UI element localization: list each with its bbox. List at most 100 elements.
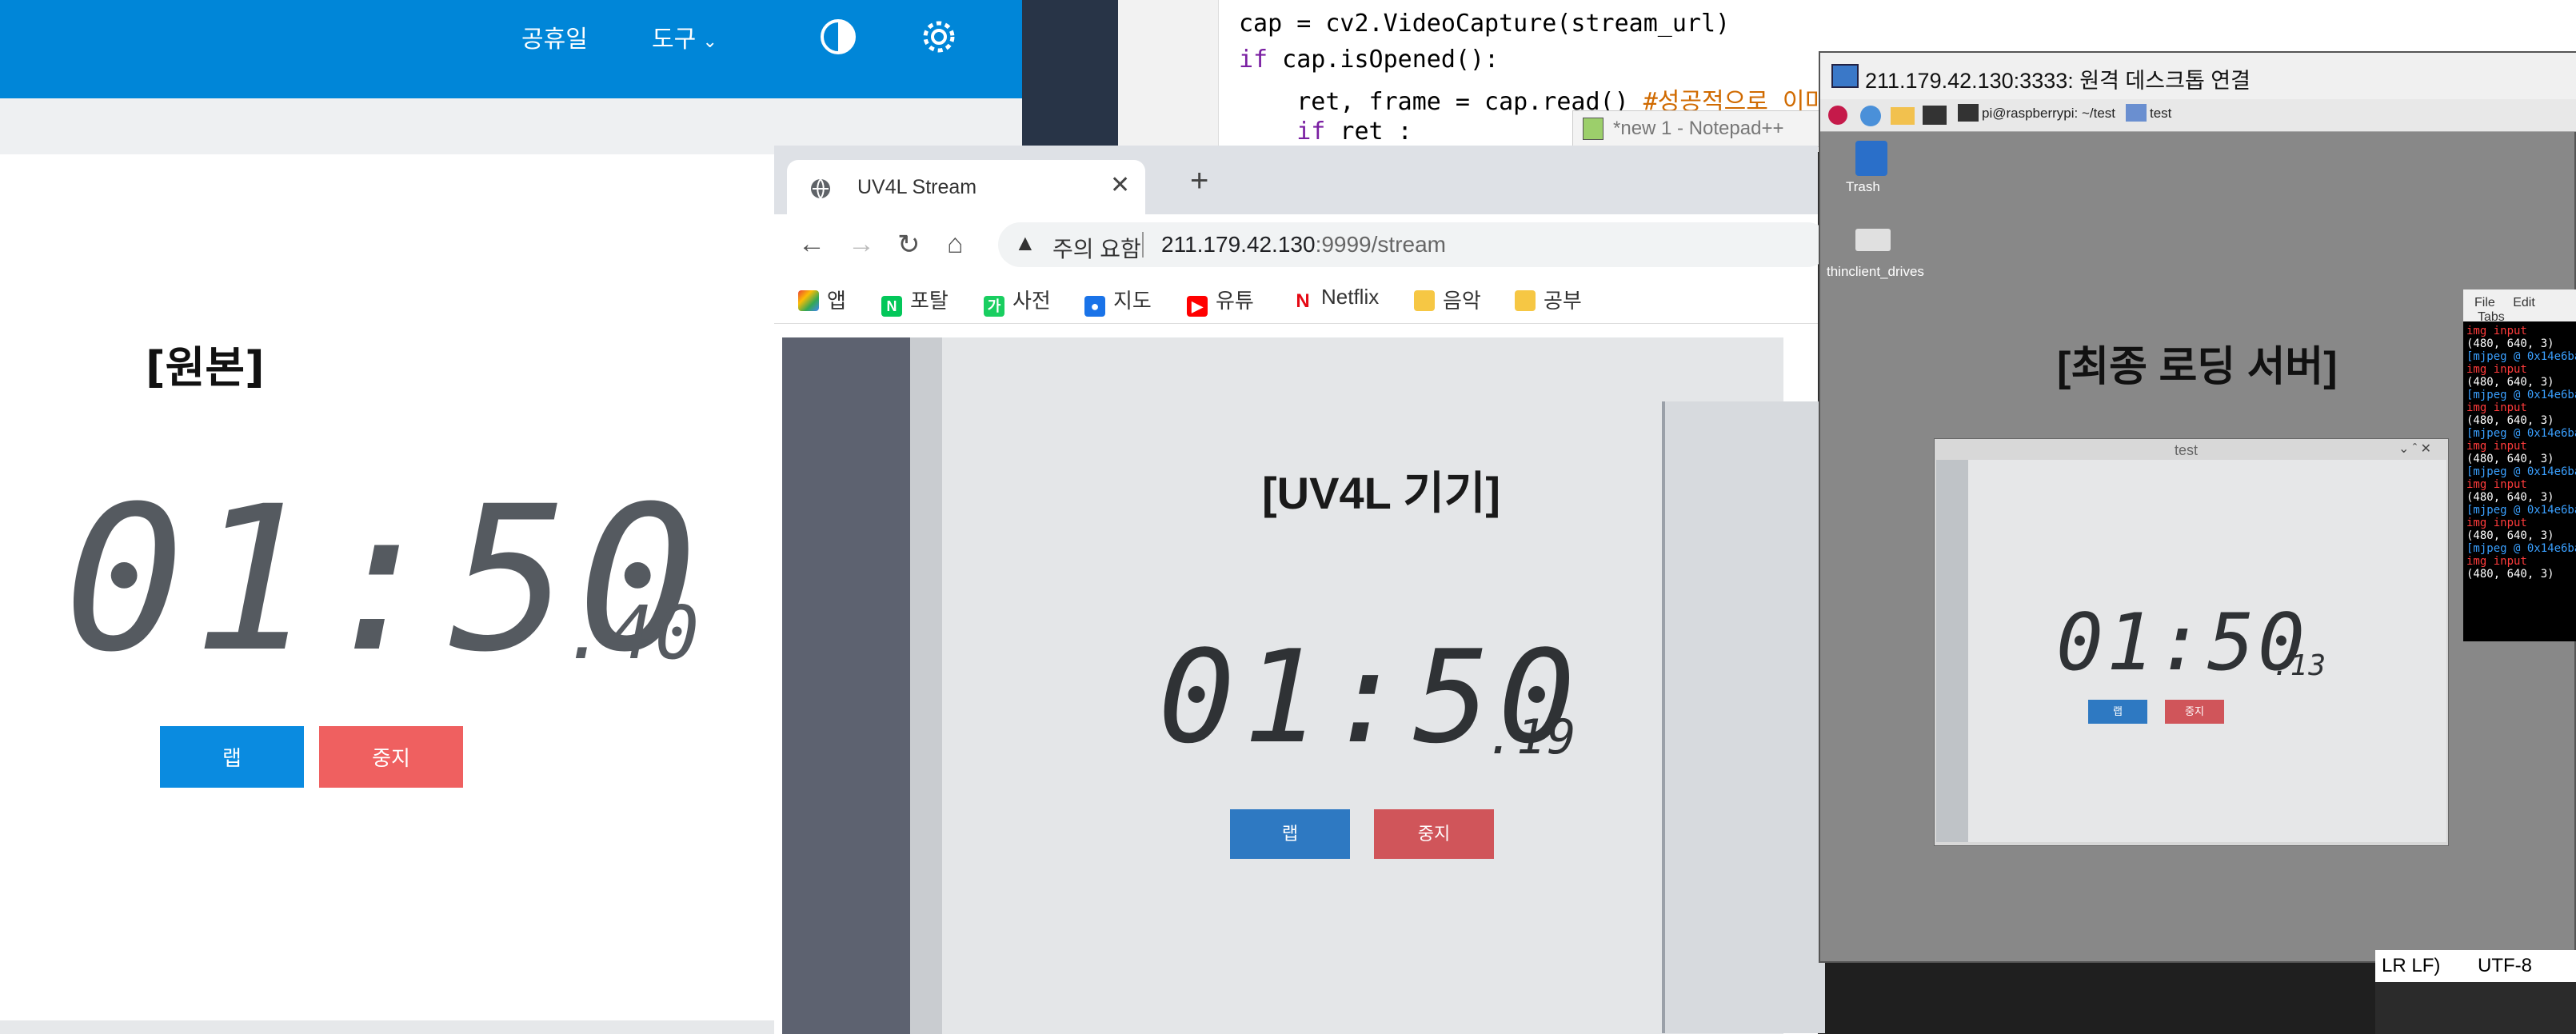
terminal-window[interactable]: File Edit Tabs img input (480, 640, 3) [mj…	[2463, 289, 2576, 641]
back-arrow-icon[interactable]: ←	[798, 229, 825, 260]
encoding-status: UTF-8	[2478, 955, 2533, 976]
contrast-icon[interactable]	[819, 18, 857, 60]
code-line-2: if cap.isOpened():	[1239, 46, 1499, 74]
stream-monitor: [UV4L 기기] 01:50 .19 랩 중지	[910, 337, 1825, 1034]
bookmark-apps[interactable]: 앱	[798, 285, 846, 314]
final-loading-server-label: [최종 로딩 서버]	[2057, 344, 2338, 390]
url-host: 211.179.42.130	[1161, 232, 1316, 257]
new-tab-icon[interactable]: +	[1190, 163, 1208, 199]
test-fraction: .13	[2272, 649, 2327, 682]
code-gutter	[1118, 0, 1219, 152]
terminal-line: [mjpeg @ 0x14e6ba	[2466, 504, 2576, 517]
browser-tab[interactable]: UV4L Stream ✕	[787, 160, 1145, 214]
trash-label: Trash	[1846, 179, 1880, 194]
menu-tabs[interactable]: Tabs	[2478, 310, 2505, 324]
map-pin-icon: ●	[1084, 296, 1105, 317]
bookmark-youtube[interactable]: ▶ 유튜	[1187, 285, 1254, 317]
stream-fraction: .19	[1486, 709, 1578, 765]
url-text[interactable]: 211.179.42.130:9999/stream	[1161, 232, 1446, 258]
reload-icon[interactable]: ↻	[897, 229, 921, 261]
nav-tools-label: 도구	[652, 26, 697, 53]
taskbar-terminal-item[interactable]: pi@raspberrypi: ~/test	[1958, 104, 2115, 122]
raspberry-menu-icon[interactable]	[1828, 106, 1847, 125]
taskbar-test-item[interactable]: test	[2126, 104, 2171, 122]
terminal-menu: File Edit Tabs	[2463, 289, 2576, 324]
terminal-line: [mjpeg @ 0x14e6ba	[2466, 350, 2576, 363]
menu-file[interactable]: File	[2474, 296, 2495, 309]
stopwatch-fraction: .40	[563, 590, 701, 676]
bookmark-portal[interactable]: N 포탈	[881, 285, 949, 317]
lap-button[interactable]: 랩	[160, 726, 304, 788]
bookmark-dictionary[interactable]: 가 사전	[984, 285, 1051, 317]
rdp-title: 211.179.42.130:3333: 원격 데스크톱 연결	[1865, 69, 2251, 93]
bookmark-netflix[interactable]: N Netflix	[1292, 285, 1379, 312]
nav-holiday-link[interactable]: 공휴일	[521, 19, 588, 54]
security-warning-label[interactable]: 주의 요함	[1052, 232, 1141, 264]
terminal-line: [mjpeg @ 0x14e6ba	[2466, 542, 2576, 555]
terminal-line: (480, 640, 3)	[2466, 453, 2554, 465]
stop-button[interactable]: 중지	[319, 726, 463, 788]
test-window[interactable]: test ⌄ ˆ ✕ 01:50 .13 랩 중지	[1934, 438, 2449, 846]
stream-stop-button: 중지	[1374, 809, 1494, 859]
tab-title: UV4L Stream	[857, 176, 977, 198]
browser-toolbar: ← → ↻ ⌂ ▲ 주의 요함 211.179.42.130:9999/stre…	[774, 214, 1830, 275]
close-icon[interactable]: ✕	[1110, 171, 1130, 199]
menu-edit[interactable]: Edit	[2513, 296, 2535, 309]
tab-bar: UV4L Stream ✕ +	[774, 146, 1818, 214]
netflix-icon: N	[1292, 291, 1313, 312]
forward-arrow-icon[interactable]: →	[848, 229, 875, 260]
terminal-line: img input	[2466, 325, 2527, 337]
test-lap-button: 랩	[2088, 700, 2147, 724]
original-label: [원본]	[146, 342, 265, 393]
code-line-4: if ret :	[1239, 118, 1412, 146]
terminal-line: img input	[2466, 478, 2527, 491]
terminal-line: (480, 640, 3)	[2466, 529, 2554, 542]
camera-stream-view: [UV4L 기기] 01:50 .19 랩 중지	[782, 337, 1825, 1034]
remote-desktop-window: 211.179.42.130:3333: 원격 데스크톱 연결 pi@raspb…	[1819, 51, 2576, 963]
bookmark-map[interactable]: ● 지도	[1084, 285, 1152, 317]
terminal-line: (480, 640, 3)	[2466, 337, 2554, 350]
bookmark-label: 앱	[827, 289, 846, 313]
code-text: ret :	[1325, 118, 1412, 146]
warning-icon[interactable]: ▲	[1014, 230, 1036, 256]
terminal-output: img input (480, 640, 3) [mjpeg @ 0x14e6ba i…	[2466, 325, 2576, 581]
file-manager-icon[interactable]	[1891, 107, 1915, 125]
home-icon[interactable]: ⌂	[947, 229, 964, 260]
test-stop-button: 중지	[2165, 700, 2224, 724]
terminal-icon[interactable]	[1923, 106, 1947, 125]
taskbar-label: pi@raspberrypi: ~/test	[1982, 106, 2116, 121]
rdp-titlebar[interactable]: 211.179.42.130:3333: 원격 데스크톱 연결	[1820, 53, 2576, 99]
nav-tools-menu[interactable]: 도구 ⌄	[652, 19, 717, 54]
editor-status-bar: LR LF) UTF-8	[2375, 950, 2576, 982]
gear-icon[interactable]	[920, 18, 958, 60]
stream-lap-button: 랩	[1230, 809, 1350, 859]
trash-icon[interactable]	[1855, 141, 1887, 176]
drive-icon[interactable]	[1855, 229, 1891, 251]
folder-icon	[1515, 290, 1536, 311]
terminal-line: (480, 640, 3)	[2466, 491, 2554, 504]
notepad-title[interactable]: *new 1 - Notepad++	[1572, 110, 1820, 147]
bookmark-label: Netflix	[1321, 285, 1380, 309]
terminal-line: [mjpeg @ 0x14e6ba	[2466, 427, 2576, 440]
terminal-line: (480, 640, 3)	[2466, 568, 2554, 581]
bookmark-label: 유튜	[1216, 289, 1254, 313]
bookmark-folder-music[interactable]: 음악	[1414, 285, 1481, 314]
address-bar[interactable]: ▲ 주의 요함 211.179.42.130:9999/stream	[998, 222, 1830, 267]
taskbar-label: test	[2150, 106, 2172, 121]
uv4l-device-label: [UV4L 기기]	[1262, 468, 1501, 518]
browser-window: UV4L Stream ✕ + ← → ↻ ⌂ ▲ 주의 요함 211.179.…	[774, 146, 1830, 1034]
globe-icon	[809, 178, 832, 204]
terminal-line: (480, 640, 3)	[2466, 376, 2554, 389]
browser-globe-icon[interactable]	[1860, 106, 1881, 126]
window-controls-icon[interactable]: ⌄ ˆ ✕	[2398, 441, 2431, 457]
chevron-down-icon: ⌄	[702, 31, 717, 51]
terminal-line: [mjpeg @ 0x14e6ba	[2466, 389, 2576, 401]
bookmark-label: 지도	[1113, 289, 1152, 313]
address-divider	[1142, 232, 1144, 258]
apps-grid-icon	[798, 290, 819, 311]
bookmark-folder-study[interactable]: 공부	[1515, 285, 1582, 314]
eol-status: LR LF)	[2382, 955, 2441, 976]
remote-taskbar: pi@raspberrypi: ~/test test	[1820, 99, 2576, 132]
test-video-screen: 01:50 .13 랩 중지	[1968, 460, 2446, 842]
youtube-icon: ▶	[1187, 296, 1208, 317]
